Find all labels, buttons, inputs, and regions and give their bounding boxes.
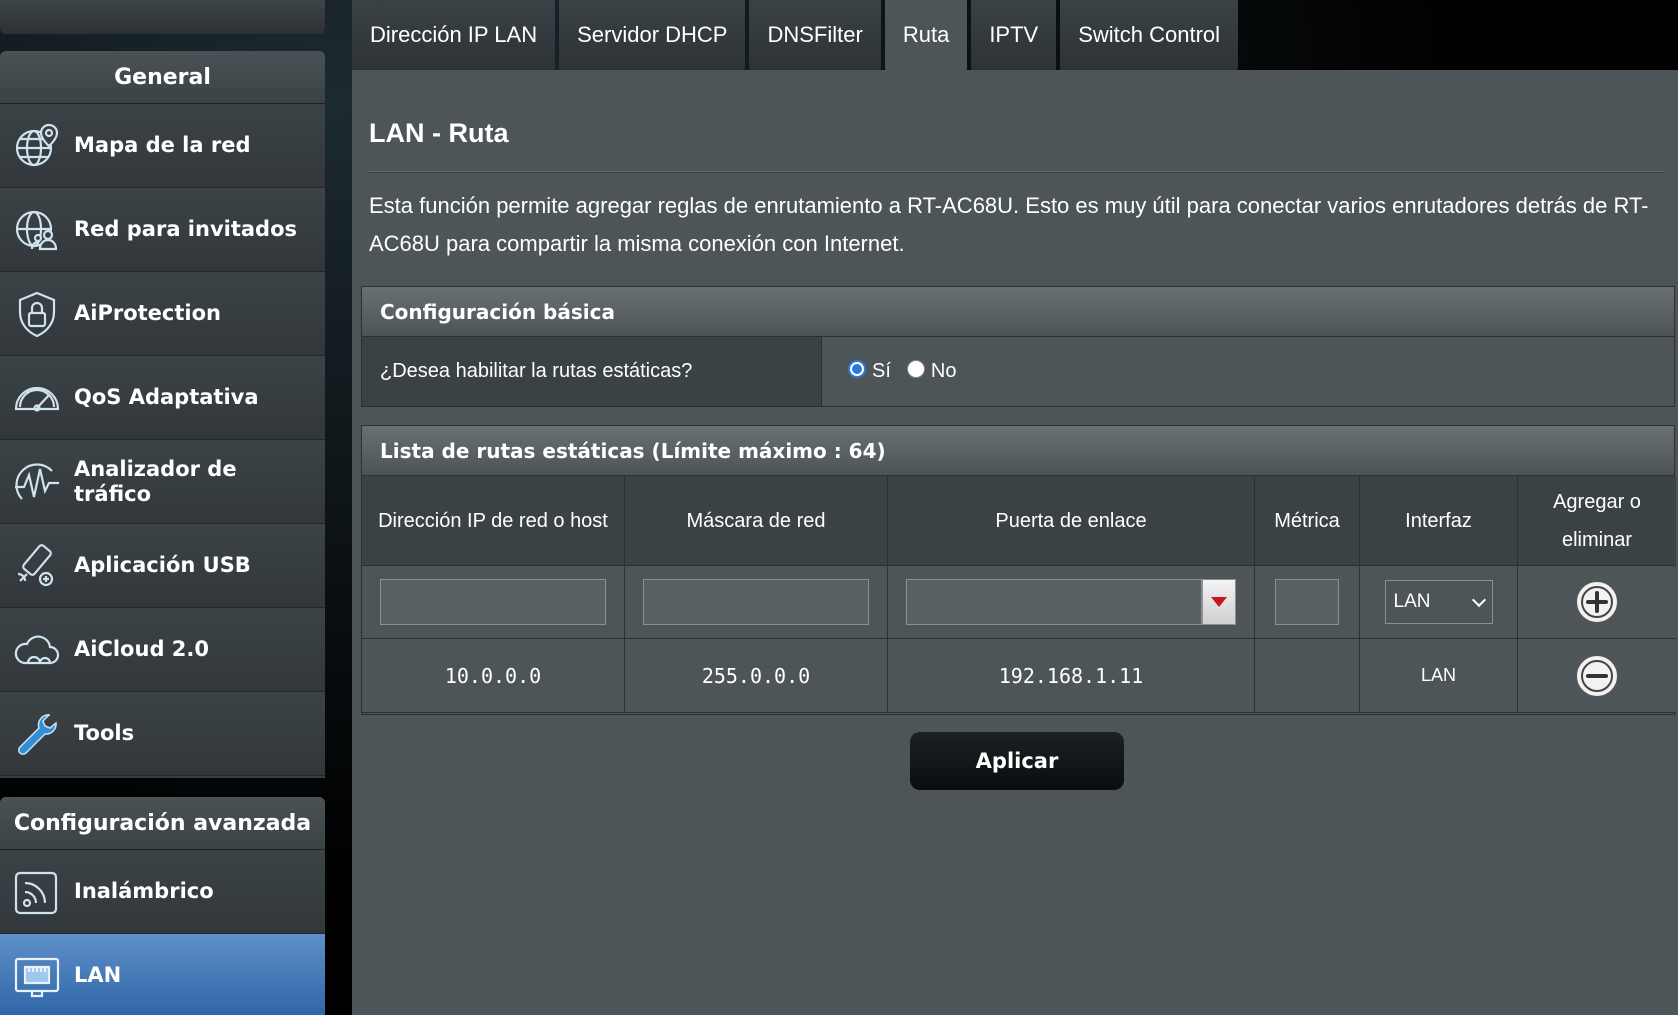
- lan-icon: [14, 957, 60, 997]
- radio-no-label: No: [930, 360, 957, 382]
- route-interface-cell: LAN: [1360, 639, 1518, 713]
- new-gateway-input[interactable]: [906, 579, 1202, 625]
- route-gateway-cell: 192.168.1.11: [888, 639, 1255, 713]
- sidebar-item-label: QoS Adaptativa: [74, 385, 259, 409]
- tab-dnsfilter[interactable]: DNSFilter: [749, 0, 881, 70]
- page-description: Esta función permite agregar reglas de e…: [369, 193, 1649, 256]
- sidebar-item-traffic-analyzer[interactable]: Analizador de tráfico: [0, 440, 325, 524]
- sidebar-item-usb-application[interactable]: Aplicación USB: [0, 524, 325, 608]
- basic-config-section: Configuración básica ¿Desea habilitar la…: [361, 286, 1675, 407]
- sidebar-item-wireless[interactable]: Inalámbrico: [0, 850, 325, 934]
- new-interface-cell: LAN: [1360, 566, 1518, 639]
- apply-button[interactable]: Aplicar: [910, 732, 1124, 790]
- column-header-action: Agregar o eliminar: [1518, 476, 1676, 566]
- radio-dot: [852, 363, 862, 374]
- new-mask-input[interactable]: [643, 579, 869, 625]
- router-admin-page: General Mapa de la red Red para invitado…: [0, 0, 1678, 1015]
- section-header: Configuración básica: [362, 287, 1674, 337]
- sidebar-item-label: Aplicación USB: [74, 553, 251, 577]
- interface-select[interactable]: LAN: [1384, 580, 1493, 624]
- tab-switch-control[interactable]: Switch Control: [1060, 0, 1239, 70]
- route-ip-cell: 10.0.0.0: [362, 639, 625, 713]
- pulse-icon: [15, 462, 59, 500]
- speedometer-icon: [14, 386, 60, 412]
- tab-iptv[interactable]: IPTV: [971, 0, 1057, 70]
- title-divider: [369, 171, 1664, 173]
- new-ip-input[interactable]: [380, 579, 606, 625]
- new-ip-cell: [362, 566, 625, 639]
- menu-group-title: Configuración avanzada: [0, 797, 325, 850]
- static-routes-row: ¿Desea habilitar la rutas estáticas? Sí …: [362, 337, 1674, 406]
- radio-yes-label: Sí: [872, 360, 891, 382]
- sidebar-item-tools[interactable]: Tools: [0, 692, 325, 776]
- wrench-icon: [18, 713, 57, 755]
- gateway-dropdown-button[interactable]: [1202, 579, 1236, 625]
- tab-lan-ip[interactable]: Dirección IP LAN: [352, 0, 556, 70]
- triangle-down-icon: [1211, 597, 1227, 607]
- wireless-icon: [14, 871, 58, 914]
- chevron-down-icon: [1471, 592, 1486, 607]
- sidebar-item-guest-network[interactable]: Red para invitados: [0, 188, 325, 272]
- sidebar-item-label: Red para invitados: [74, 217, 298, 241]
- route-metric-cell: [1255, 639, 1360, 713]
- sidebar-item-label: Analizador de tráfico: [74, 456, 237, 506]
- sidebar-item-aiprotection[interactable]: AiProtection: [0, 272, 325, 356]
- column-header-interface: Interfaz: [1360, 476, 1518, 566]
- column-header-ip: Dirección IP de red o host: [362, 476, 625, 566]
- page-title: LAN - Ruta: [369, 118, 509, 148]
- radio-no[interactable]: [906, 359, 925, 378]
- new-mask-cell: [625, 566, 888, 639]
- tab-dhcp-server[interactable]: Servidor DHCP: [559, 0, 746, 70]
- shield-lock-icon: [18, 291, 56, 337]
- menu-group-title: General: [0, 51, 325, 104]
- sidebar: General Mapa de la red Red para invitado…: [0, 0, 325, 1015]
- radio-yes[interactable]: [848, 359, 866, 378]
- new-metric-input[interactable]: [1275, 579, 1339, 625]
- sidebar-item-label: AiProtection: [74, 301, 221, 325]
- column-header-gateway: Puerta de enlace: [888, 476, 1255, 566]
- sidebar-item-label: AiCloud 2.0: [74, 637, 209, 661]
- menu-group-advanced: Configuración avanzada Inalámbrico LAN: [0, 797, 325, 1015]
- static-routes-question: ¿Desea habilitar la rutas estáticas?: [362, 337, 822, 406]
- add-route-button[interactable]: [1574, 579, 1620, 625]
- static-routes-section: Lista de rutas estáticas (Límite máximo …: [361, 425, 1676, 715]
- routes-table: Dirección IP de red o host Máscara de re…: [362, 476, 1676, 713]
- sidebar-item-label: Tools: [74, 721, 135, 745]
- new-gateway-cell: [888, 566, 1255, 639]
- remove-route-button[interactable]: [1574, 653, 1620, 699]
- globe-pin-icon: [15, 123, 59, 166]
- sidebar-item-network-map[interactable]: Mapa de la red: [0, 104, 325, 188]
- main-panel: LAN - Ruta Esta función permite agregar …: [352, 70, 1678, 1015]
- interface-select-value: LAN: [1393, 591, 1431, 612]
- sidebar-item-aicloud[interactable]: AiCloud 2.0: [0, 608, 325, 692]
- sidebar-item-adaptive-qos[interactable]: QoS Adaptativa: [0, 356, 325, 440]
- sidebar-item-label: Mapa de la red: [74, 133, 251, 157]
- cloud-icon: [14, 634, 60, 664]
- menu-group-general: General Mapa de la red Red para invitado…: [0, 51, 325, 778]
- section-header: Lista de rutas estáticas (Límite máximo …: [362, 426, 1674, 476]
- add-cell: [1518, 566, 1676, 639]
- sidebar-item-lan[interactable]: LAN: [0, 934, 325, 1015]
- sidebar-top-stub: [0, 0, 325, 34]
- tab-bar: Dirección IP LAN Servidor DHCP DNSFilter…: [352, 0, 1242, 70]
- column-header-mask: Máscara de red: [625, 476, 888, 566]
- new-metric-cell: [1255, 566, 1360, 639]
- static-routes-options: Sí No: [822, 337, 1674, 406]
- sidebar-item-label: LAN: [74, 963, 122, 987]
- remove-cell: [1518, 639, 1676, 713]
- tab-route[interactable]: Ruta: [884, 0, 968, 70]
- route-mask-cell: 255.0.0.0: [625, 639, 888, 713]
- gateway-combo: [906, 579, 1236, 625]
- sidebar-item-label: Inalámbrico: [74, 879, 214, 903]
- usb-icon: [17, 543, 54, 586]
- globe-users-icon: [15, 210, 58, 250]
- column-header-metric: Métrica: [1255, 476, 1360, 566]
